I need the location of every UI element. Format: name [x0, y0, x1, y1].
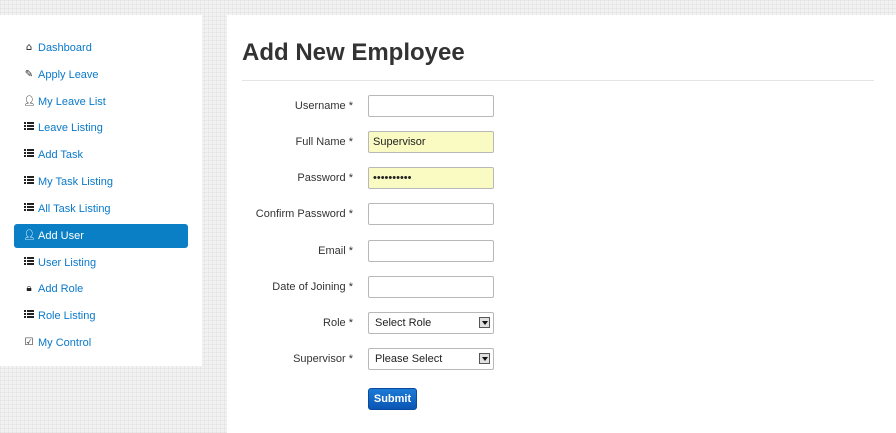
- role-row: Role * Select Role: [227, 312, 896, 336]
- sidebar-item-label: Apply Leave: [38, 68, 99, 81]
- sidebar-item-user-listing[interactable]: User Listing: [14, 250, 188, 277]
- role-label: Role *: [323, 317, 353, 329]
- sidebar-item-role-listing[interactable]: Role Listing: [14, 303, 188, 330]
- list-icon: [23, 250, 35, 277]
- full-name-row: Full Name *: [227, 131, 896, 155]
- confirm-password-field[interactable]: [368, 203, 494, 225]
- sidebar-item-apply-leave[interactable]: ✎ Apply Leave: [14, 62, 188, 89]
- chevron-down-icon: [479, 317, 490, 328]
- sidebar-item-label: Dashboard: [38, 42, 92, 54]
- sidebar-item-label: All Task Listing: [38, 202, 111, 215]
- list-icon: [23, 303, 35, 330]
- sidebar-item-label: Add Role: [38, 283, 84, 296]
- list-icon: [23, 196, 35, 223]
- password-field[interactable]: [368, 167, 494, 189]
- sidebar-item-label: Leave Listing: [38, 122, 103, 135]
- username-label: Username *: [294, 100, 353, 112]
- chevron-down-icon: [479, 353, 490, 364]
- sidebar-item-my-task-listing[interactable]: My Task Listing: [14, 169, 188, 196]
- list-icon: [23, 169, 35, 196]
- email-field[interactable]: [368, 240, 494, 262]
- email-row: Email *: [227, 240, 896, 264]
- sidebar-item-all-task-listing[interactable]: All Task Listing: [14, 196, 188, 223]
- role-select[interactable]: Select Role: [368, 312, 494, 334]
- sidebar-item-add-user[interactable]: 👤︎ Add User: [14, 223, 188, 248]
- date-of-joining-label: Date of Joining *: [272, 281, 353, 293]
- lock-icon: 🔒︎: [26, 283, 32, 295]
- supervisor-row: Supervisor * Please Select: [227, 348, 896, 372]
- page-title: Add New Employee: [242, 39, 465, 66]
- password-row: Password *: [227, 167, 896, 191]
- date-of-joining-row: Date of Joining *: [227, 276, 896, 300]
- list-icon: [23, 115, 35, 142]
- sidebar-item-leave-listing[interactable]: Leave Listing: [14, 115, 188, 142]
- supervisor-select-value: Please Select: [375, 353, 443, 365]
- edit-icon: ☑: [24, 336, 34, 348]
- supervisor-select[interactable]: Please Select: [368, 348, 494, 370]
- title-divider: [242, 80, 874, 81]
- submit-button[interactable]: Submit: [368, 388, 417, 410]
- sidebar-item-label: Role Listing: [38, 310, 96, 323]
- pencil-icon: ✎: [24, 68, 34, 80]
- sidebar-item-dashboard[interactable]: ⌂ Dashboard: [14, 35, 188, 62]
- full-name-field[interactable]: [368, 131, 494, 153]
- confirm-password-row: Confirm Password *: [227, 203, 896, 227]
- sidebar-item-label: Add User: [38, 229, 84, 242]
- username-field[interactable]: [368, 95, 494, 117]
- sidebar-item-add-role[interactable]: 🔒︎ Add Role: [14, 276, 188, 303]
- confirm-password-label: Confirm Password *: [255, 208, 353, 220]
- sidebar-item-label: User Listing: [38, 256, 97, 269]
- sidebar-item-add-task[interactable]: Add Task: [14, 142, 188, 169]
- home-icon: ⌂: [25, 42, 33, 53]
- password-label: Password *: [297, 172, 353, 184]
- sidebar-item-label: My Leave List: [38, 95, 106, 108]
- role-select-value: Select Role: [375, 317, 432, 329]
- user-icon: 👤︎: [23, 95, 36, 107]
- user-icon: 👤︎: [23, 229, 36, 241]
- date-of-joining-field[interactable]: [368, 276, 494, 298]
- supervisor-label: Supervisor *: [293, 353, 353, 365]
- username-row: Username *: [227, 95, 896, 119]
- sidebar-item-label: My Task Listing: [38, 175, 113, 188]
- list-icon: [23, 142, 35, 169]
- sidebar: ⌂ Dashboard ✎ Apply Leave 👤︎ My Leave Li…: [0, 15, 202, 366]
- sidebar-item-my-control[interactable]: ☑ My Control: [14, 330, 188, 357]
- sidebar-item-my-leave-list[interactable]: 👤︎ My Leave List: [14, 89, 188, 116]
- full-name-label: Full Name *: [295, 136, 353, 148]
- main-panel: Add New Employee Username * Full Name * …: [227, 15, 896, 433]
- email-label: Email *: [318, 245, 353, 257]
- sidebar-item-label: Add Task: [38, 149, 84, 162]
- sidebar-item-label: My Control: [38, 336, 92, 349]
